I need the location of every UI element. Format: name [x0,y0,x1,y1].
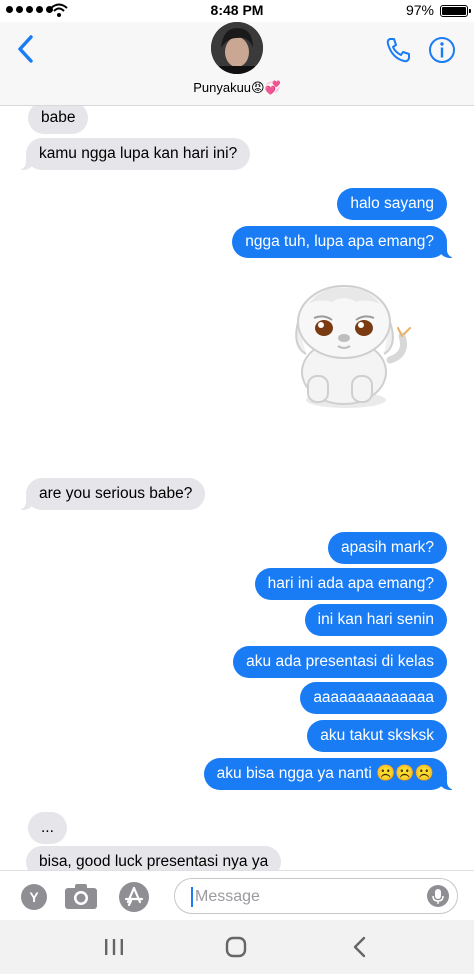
battery-percent: 97% [405,2,434,18]
info-icon[interactable] [428,36,456,64]
message-bubble-incoming[interactable]: ... [28,812,67,844]
message-bubble-incoming[interactable]: bisa, good luck presentasi nya ya [26,846,282,870]
system-nav-bar [0,920,474,974]
camera-icon[interactable] [64,882,98,910]
status-time: 8:48 PM [210,2,264,18]
back-chevron-icon[interactable] [14,34,38,64]
yahoo-app-icon[interactable]: Y [20,883,48,911]
phone-icon[interactable] [384,36,412,64]
app-store-icon[interactable] [118,881,150,913]
message-bubble-outgoing[interactable]: aku ada presentasi di kelas [233,646,447,678]
message-input-container[interactable] [174,878,458,914]
message-bubble-incoming[interactable]: babe [28,106,89,134]
home-icon[interactable] [222,934,250,960]
microphone-icon[interactable] [427,885,449,907]
message-bubble-outgoing[interactable]: ini kan hari senin [304,604,447,636]
message-bubble-incoming[interactable]: kamu ngga lupa kan hari ini? [16,138,251,170]
message-bubble-outgoing[interactable]: hari ini ada apa emang? [254,568,447,600]
message-bubble-incoming[interactable]: are you serious babe? [16,478,206,510]
conversation-header: Punyakuu😡💞 [0,22,474,106]
recents-icon[interactable] [100,934,128,960]
svg-text:Y: Y [29,889,39,905]
message-thread[interactable]: babe kamu ngga lupa kan hari ini? halo s… [0,106,474,870]
message-bubble-outgoing[interactable]: aku takut sksksk [307,720,447,752]
message-bubble-outgoing[interactable]: aaaaaaaaaaaaaa [300,682,447,714]
contact-name[interactable]: Punyakuu😡💞 [0,80,474,96]
message-bubble-outgoing[interactable]: apasih mark? [327,532,447,564]
message-bubble-outgoing[interactable]: ngga tuh, lupa apa emang? [232,226,456,258]
back-icon[interactable] [346,934,374,960]
compose-bar: Y [0,870,474,920]
battery-icon [440,5,471,17]
message-input[interactable] [195,884,415,910]
status-bar: 8:48 PM 97% [0,0,474,22]
message-bubble-outgoing[interactable]: halo sayang [337,188,447,220]
text-caret [191,887,193,907]
puppy-sticker[interactable] [286,276,416,426]
message-bubble-outgoing[interactable]: aku bisa ngga ya nanti ☹️☹️☹️ [203,758,457,790]
avatar[interactable] [211,22,263,74]
